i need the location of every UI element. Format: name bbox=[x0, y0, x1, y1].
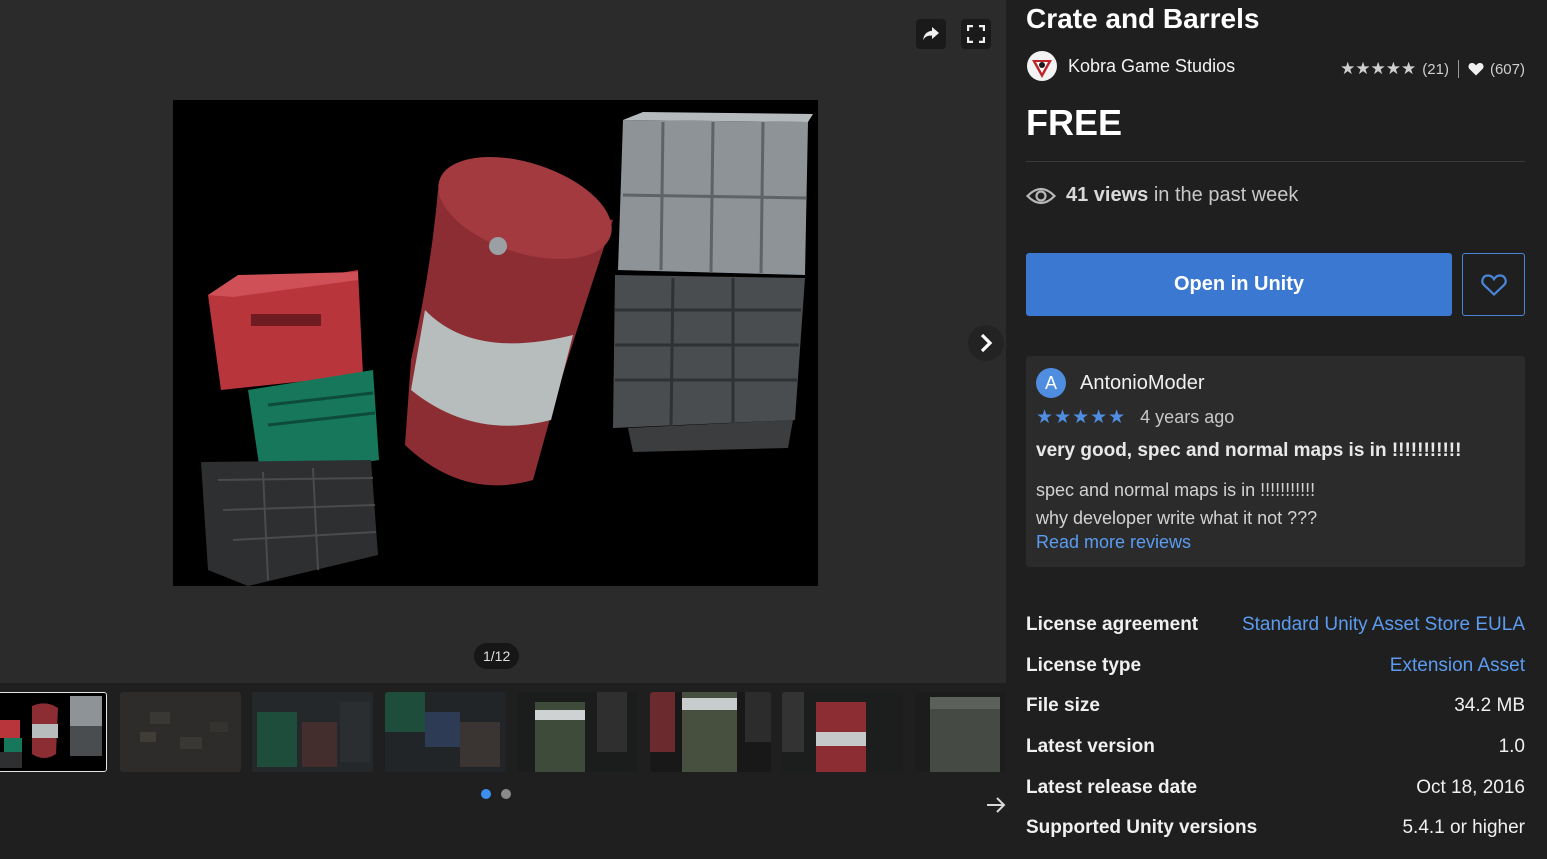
detail-label: License agreement bbox=[1026, 614, 1199, 636]
views-count: 41 views bbox=[1066, 184, 1149, 206]
read-more-reviews-link[interactable]: Read more reviews bbox=[1036, 532, 1191, 553]
thumbnail-strip bbox=[0, 692, 1006, 774]
detail-row-latest-version: Latest version 1.0 bbox=[1026, 727, 1525, 768]
license-agreement-link[interactable]: Standard Unity Asset Store EULA bbox=[1242, 614, 1525, 636]
rating-summary: ★★★★★ (21) (607) bbox=[1340, 59, 1525, 79]
pagination-dot-1[interactable] bbox=[481, 789, 491, 799]
main-preview-image bbox=[173, 100, 818, 586]
review-body-line: why developer write what it not ??? bbox=[1036, 508, 1318, 528]
publisher-name: Kobra Game Studios bbox=[1068, 55, 1236, 76]
thumbnail-7[interactable] bbox=[782, 692, 903, 772]
review-stars-icon: ★★★★★ bbox=[1036, 407, 1127, 428]
thumbnails-next-button[interactable] bbox=[985, 795, 1007, 820]
thumbnail-8[interactable] bbox=[915, 692, 1006, 772]
detail-label: Latest version bbox=[1026, 736, 1155, 758]
detail-value: 34.2 MB bbox=[1454, 695, 1525, 717]
share-button[interactable] bbox=[916, 19, 946, 49]
rating-stars-icon: ★★★★★ bbox=[1340, 59, 1417, 78]
favorites-count: (607) bbox=[1489, 60, 1525, 78]
publisher-link[interactable]: Kobra Game Studios bbox=[1026, 50, 1235, 82]
reviewer-avatar: A bbox=[1036, 368, 1066, 398]
add-to-favorites-button[interactable] bbox=[1462, 253, 1525, 316]
detail-row-license-agreement: License agreement Standard Unity Asset S… bbox=[1026, 605, 1525, 646]
thumbnail-pagination bbox=[481, 789, 511, 799]
publisher-logo bbox=[1027, 51, 1057, 81]
detail-value: Oct 18, 2016 bbox=[1416, 776, 1525, 798]
detail-value: 5.4.1 or higher bbox=[1402, 817, 1525, 839]
product-title: Crate and Barrels bbox=[1026, 3, 1260, 34]
detail-row-release-date: Latest release date Oct 18, 2016 bbox=[1026, 767, 1525, 808]
thumbnail-5[interactable] bbox=[517, 692, 638, 772]
pagination-dot-2[interactable] bbox=[501, 789, 511, 799]
review-body: spec and normal maps is in !!!!!!!!!!! w… bbox=[1036, 476, 1317, 532]
eye-icon bbox=[1026, 187, 1056, 204]
next-image-button[interactable] bbox=[968, 325, 1004, 361]
detail-label: Latest release date bbox=[1026, 776, 1198, 798]
heart-icon bbox=[1468, 63, 1484, 76]
review-title: very good, spec and normal maps is in !!… bbox=[1036, 440, 1462, 461]
detail-label: Supported Unity versions bbox=[1026, 817, 1258, 839]
heart-outline-icon bbox=[1480, 273, 1507, 296]
divider bbox=[1026, 161, 1525, 162]
detail-row-file-size: File size 34.2 MB bbox=[1026, 686, 1525, 727]
rating-count: (21) bbox=[1422, 60, 1449, 78]
detail-row-license-type: License type Extension Asset bbox=[1026, 646, 1525, 687]
detail-value: 1.0 bbox=[1498, 736, 1525, 758]
separator bbox=[1457, 60, 1459, 78]
media-gallery: 1/12 bbox=[0, 0, 1006, 683]
views-suffix: in the past week bbox=[1153, 184, 1299, 206]
open-in-unity-button[interactable]: Open in Unity bbox=[1026, 253, 1452, 316]
thumbnail-4[interactable] bbox=[385, 692, 506, 772]
review-time: 4 years ago bbox=[1140, 407, 1235, 427]
arrow-right-icon bbox=[987, 797, 1006, 813]
review-body-line: spec and normal maps is in !!!!!!!!!!! bbox=[1036, 480, 1316, 500]
license-type-link[interactable]: Extension Asset bbox=[1390, 655, 1525, 677]
thumbnail-1[interactable] bbox=[0, 692, 107, 772]
price: FREE bbox=[1026, 102, 1123, 143]
views-stat: 41 views in the past week bbox=[1026, 184, 1298, 207]
top-review-card: A AntonioModer ★★★★★ 4 years ago very go… bbox=[1026, 356, 1525, 567]
asset-details: License agreement Standard Unity Asset S… bbox=[1026, 605, 1525, 849]
thumbnail-6[interactable] bbox=[650, 692, 771, 772]
detail-label: License type bbox=[1026, 654, 1142, 676]
thumbnail-3[interactable] bbox=[252, 692, 373, 772]
detail-row-supported-versions: Supported Unity versions 5.4.1 or higher bbox=[1026, 808, 1525, 849]
chevron-right-icon bbox=[980, 333, 993, 353]
image-counter: 1/12 bbox=[474, 643, 520, 669]
thumbnail-2[interactable] bbox=[120, 692, 241, 772]
fullscreen-button[interactable] bbox=[961, 19, 991, 49]
reviewer-name: AntonioModer bbox=[1080, 371, 1205, 394]
fullscreen-icon bbox=[967, 25, 985, 43]
share-arrow-icon bbox=[923, 27, 939, 41]
detail-label: File size bbox=[1026, 695, 1100, 717]
